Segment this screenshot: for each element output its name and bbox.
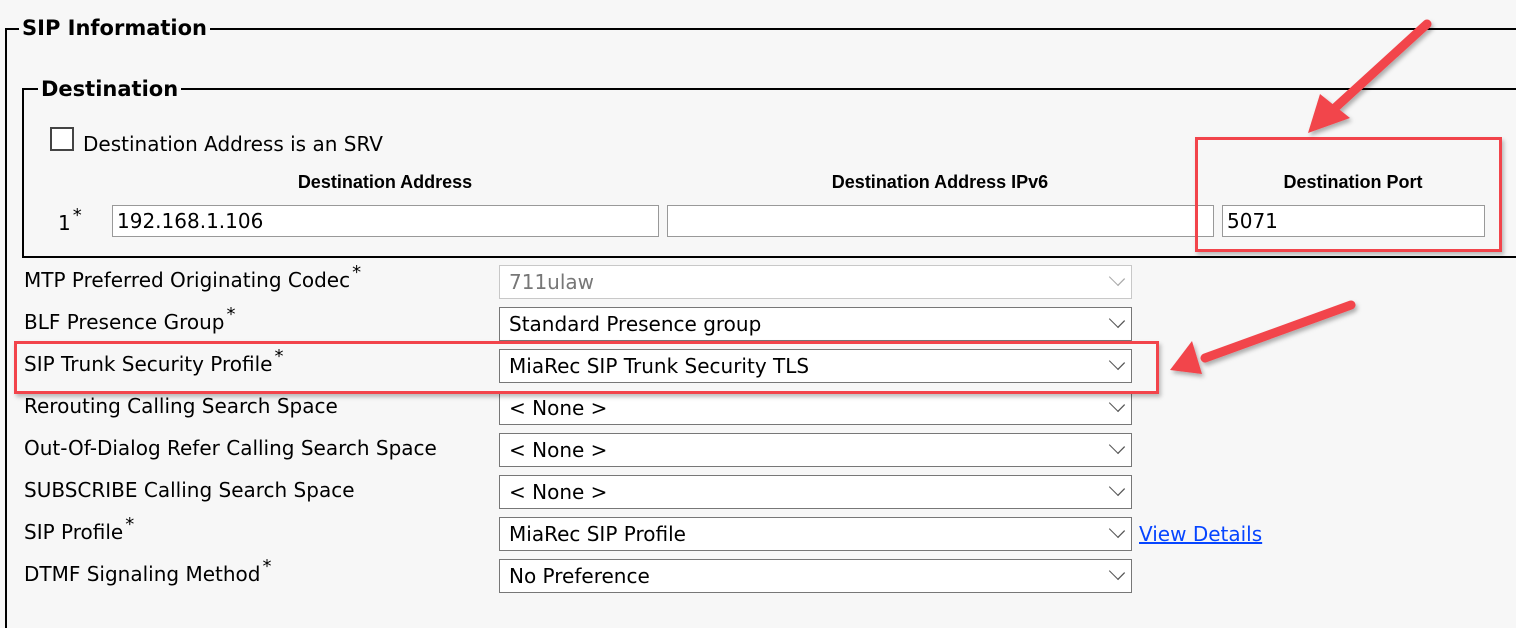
annotation-arrows: [1170, 19, 1432, 374]
arrow-to-security-profile-icon: [1170, 300, 1356, 374]
arrow-to-destination-port-icon: [1308, 19, 1432, 133]
